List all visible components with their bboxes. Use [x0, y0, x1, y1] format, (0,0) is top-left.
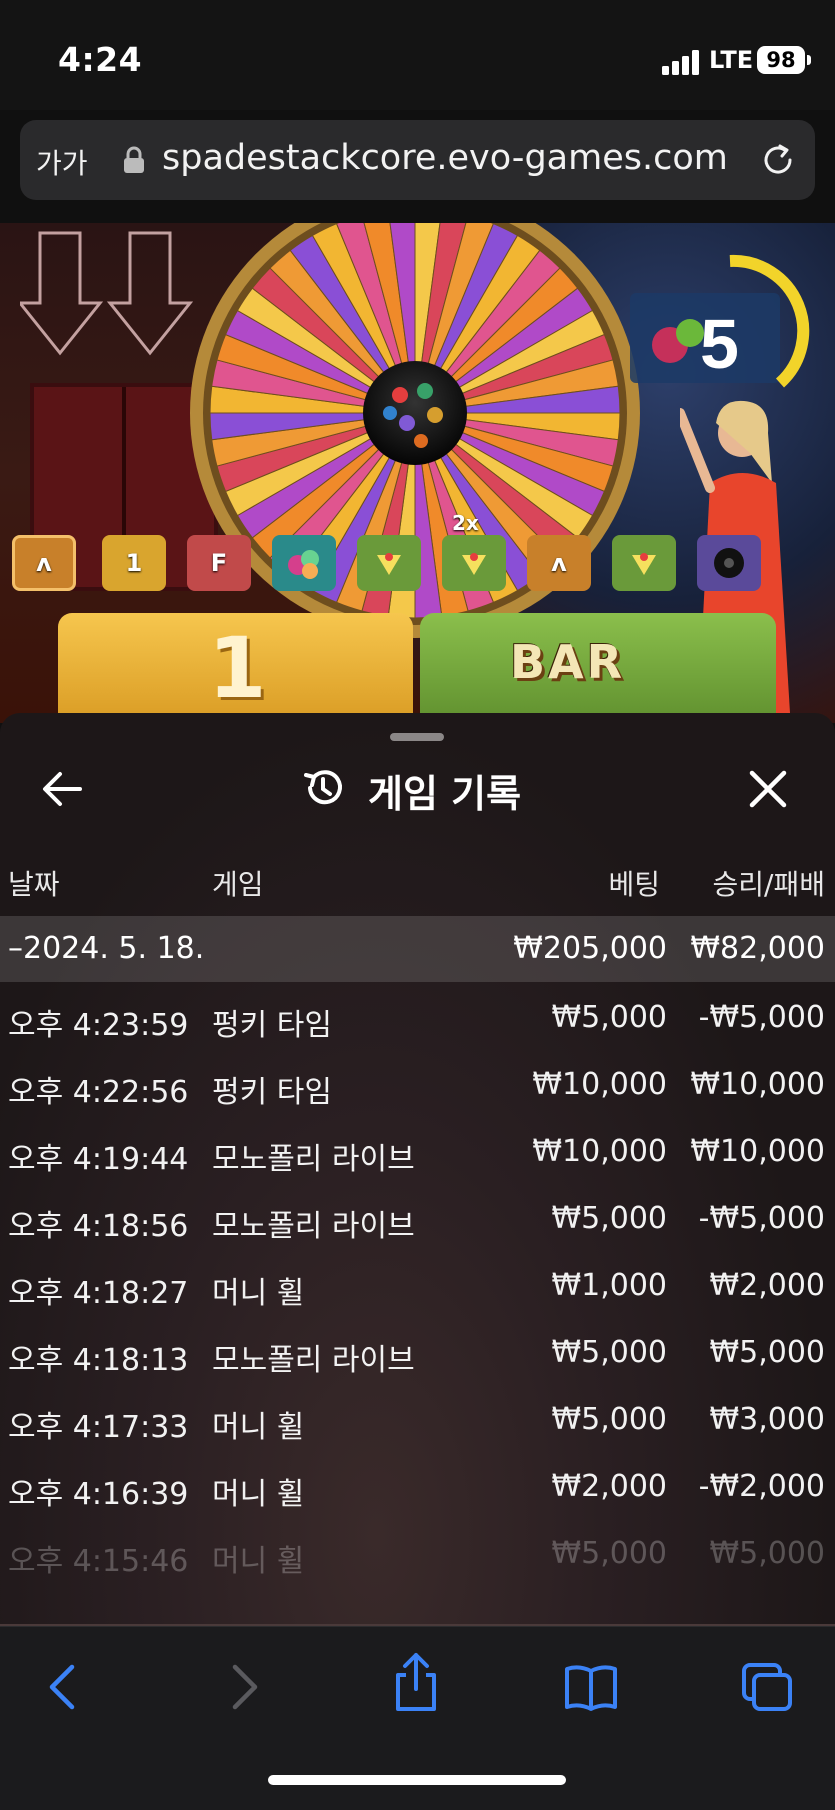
table-row[interactable]: 오후 4:15:46 머니 휠 ₩5,000 ₩5,000 [0, 1521, 835, 1587]
row-game: 펑키 타임 [212, 1075, 332, 1110]
row-time: 오후 4:16:39 [8, 1477, 189, 1512]
sheet-title: 게임 기록 [368, 772, 522, 816]
row-time: 오후 4:23:59 [8, 1008, 189, 1043]
column-date: 날짜 [8, 868, 60, 901]
row-bet: ₩10,000 [532, 1067, 667, 1102]
tile-bar [357, 535, 421, 591]
row-bet: ₩5,000 [551, 1335, 667, 1370]
history-icon [304, 770, 342, 805]
row-game: 펑키 타임 [212, 1008, 332, 1043]
result-history-tiles: ʌ 1 F 2x ʌ [12, 511, 835, 595]
back-icon[interactable] [36, 1661, 92, 1713]
table-row[interactable]: 오후 4:16:39 머니 휠 ₩2,000 -₩2,000 [0, 1454, 835, 1520]
battery-icon: 98 [757, 46, 811, 74]
tile-letter-a-2: ʌ [527, 535, 591, 591]
tile-bar-2x: 2x [442, 511, 506, 591]
tile-vinyl [697, 535, 761, 591]
row-game: 모노폴리 라이브 [212, 1343, 415, 1378]
row-result: ₩10,000 [690, 1134, 825, 1169]
tile-letter-f: F [187, 535, 251, 591]
table-row[interactable]: 오후 4:18:13 모노폴리 라이브 ₩5,000 ₩5,000 [0, 1320, 835, 1386]
countdown-timer: 5 [630, 254, 810, 388]
row-game: 모노폴리 라이브 [212, 1142, 415, 1177]
table-row[interactable]: 오후 4:23:59 펑키 타임 ₩5,000 -₩5,000 [0, 985, 835, 1051]
share-icon[interactable] [388, 1651, 444, 1713]
row-game: 머니 휠 [212, 1276, 305, 1311]
address-bar[interactable]: 가가 spadestackcore.evo-games.com [20, 120, 815, 200]
tile-bar-3 [612, 535, 676, 591]
reload-icon[interactable] [756, 138, 800, 182]
signal-icon [662, 49, 702, 75]
back-arrow-icon[interactable] [40, 769, 84, 809]
row-bet: ₩10,000 [532, 1134, 667, 1169]
table-row[interactable]: 오후 4:18:27 머니 휠 ₩1,000 ₩2,000 [0, 1253, 835, 1319]
row-time: 오후 4:22:56 [8, 1075, 189, 1110]
tile-number-1: 1 [102, 535, 166, 591]
day-total-bet: ₩205,000 [513, 931, 667, 966]
column-game: 게임 [212, 868, 264, 901]
row-game: 모노폴리 라이브 [212, 1209, 415, 1244]
network-type: LTE [709, 46, 754, 74]
tile-disco-balls [272, 535, 336, 591]
row-time: 오후 4:19:44 [8, 1142, 189, 1177]
tabs-icon[interactable] [740, 1661, 796, 1713]
row-bet: ₩5,000 [551, 1402, 667, 1437]
row-result: ₩10,000 [690, 1067, 825, 1102]
row-game: 머니 휠 [212, 1544, 305, 1579]
table-row[interactable]: 오후 4:22:56 펑키 타임 ₩10,000 ₩10,000 [0, 1052, 835, 1118]
clock: 4:24 [58, 40, 143, 79]
countdown-number: 5 [700, 305, 739, 383]
game-history-sheet: 게임 기록 날짜 게임 베팅 승리/패배 –2024. 5. 18. ₩205,… [0, 713, 835, 1626]
bet-spot-label: BAR [510, 635, 626, 689]
table-row[interactable]: 오후 4:17:33 머니 휠 ₩5,000 ₩3,000 [0, 1387, 835, 1453]
bet-spot-1[interactable]: 1 [58, 613, 413, 723]
bet-spot-label: 1 [208, 619, 267, 717]
table-row[interactable]: 오후 4:19:44 모노폴리 라이브 ₩10,000 ₩10,000 [0, 1119, 835, 1185]
row-result: ₩5,000 [709, 1335, 825, 1370]
row-time: 오후 4:15:46 [8, 1544, 189, 1579]
row-time: 오후 4:18:13 [8, 1343, 189, 1378]
day-date: –2024. 5. 18. [8, 931, 205, 966]
row-result: -₩5,000 [698, 1201, 825, 1236]
multiplier-tag: 2x [452, 511, 479, 535]
status-bar: 4:24 LTE 98 [0, 0, 835, 110]
row-time: 오후 4:18:56 [8, 1209, 189, 1244]
close-icon[interactable] [748, 769, 788, 809]
row-result: ₩5,000 [709, 1536, 825, 1571]
row-game: 머니 휠 [212, 1410, 305, 1445]
bookmarks-icon[interactable] [563, 1661, 619, 1713]
vinyl-record-icon [714, 548, 744, 578]
row-bet: ₩5,000 [551, 1201, 667, 1236]
row-result: -₩2,000 [698, 1469, 825, 1504]
row-time: 오후 4:18:27 [8, 1276, 189, 1311]
row-bet: ₩5,000 [551, 1536, 667, 1571]
text-size-button[interactable]: 가가 [36, 142, 88, 182]
row-result: ₩3,000 [709, 1402, 825, 1437]
lemon-icon [377, 553, 401, 575]
bet-spot-bar[interactable]: BAR [420, 613, 776, 723]
sheet-grabber[interactable] [390, 733, 444, 741]
row-result: -₩5,000 [698, 1000, 825, 1035]
url-text[interactable]: spadestackcore.evo-games.com [162, 138, 728, 178]
day-group-row[interactable]: –2024. 5. 18. ₩205,000 ₩82,000 [0, 916, 835, 982]
row-game: 머니 휠 [212, 1477, 305, 1512]
tile-letter-a: ʌ [12, 535, 76, 591]
row-bet: ₩1,000 [551, 1268, 667, 1303]
home-indicator [268, 1775, 566, 1785]
lemon-icon [632, 553, 656, 575]
row-bet: ₩5,000 [551, 1000, 667, 1035]
day-total-result: ₩82,000 [690, 931, 825, 966]
disco-balls-icon [288, 550, 319, 579]
row-result: ₩2,000 [709, 1268, 825, 1303]
column-bet: 베팅 [608, 868, 660, 901]
column-result: 승리/패배 [712, 868, 825, 901]
lock-icon [124, 146, 144, 173]
row-time: 오후 4:17:33 [8, 1410, 189, 1445]
forward-icon[interactable] [215, 1661, 271, 1713]
table-row[interactable]: 오후 4:18:56 모노폴리 라이브 ₩5,000 -₩5,000 [0, 1186, 835, 1252]
live-game-view: 5 ʌ 1 F 2x ʌ 1 BAR [0, 223, 835, 723]
lemon-icon [462, 553, 486, 575]
sheet-header: 게임 기록 [0, 743, 835, 833]
row-bet: ₩2,000 [551, 1469, 667, 1504]
